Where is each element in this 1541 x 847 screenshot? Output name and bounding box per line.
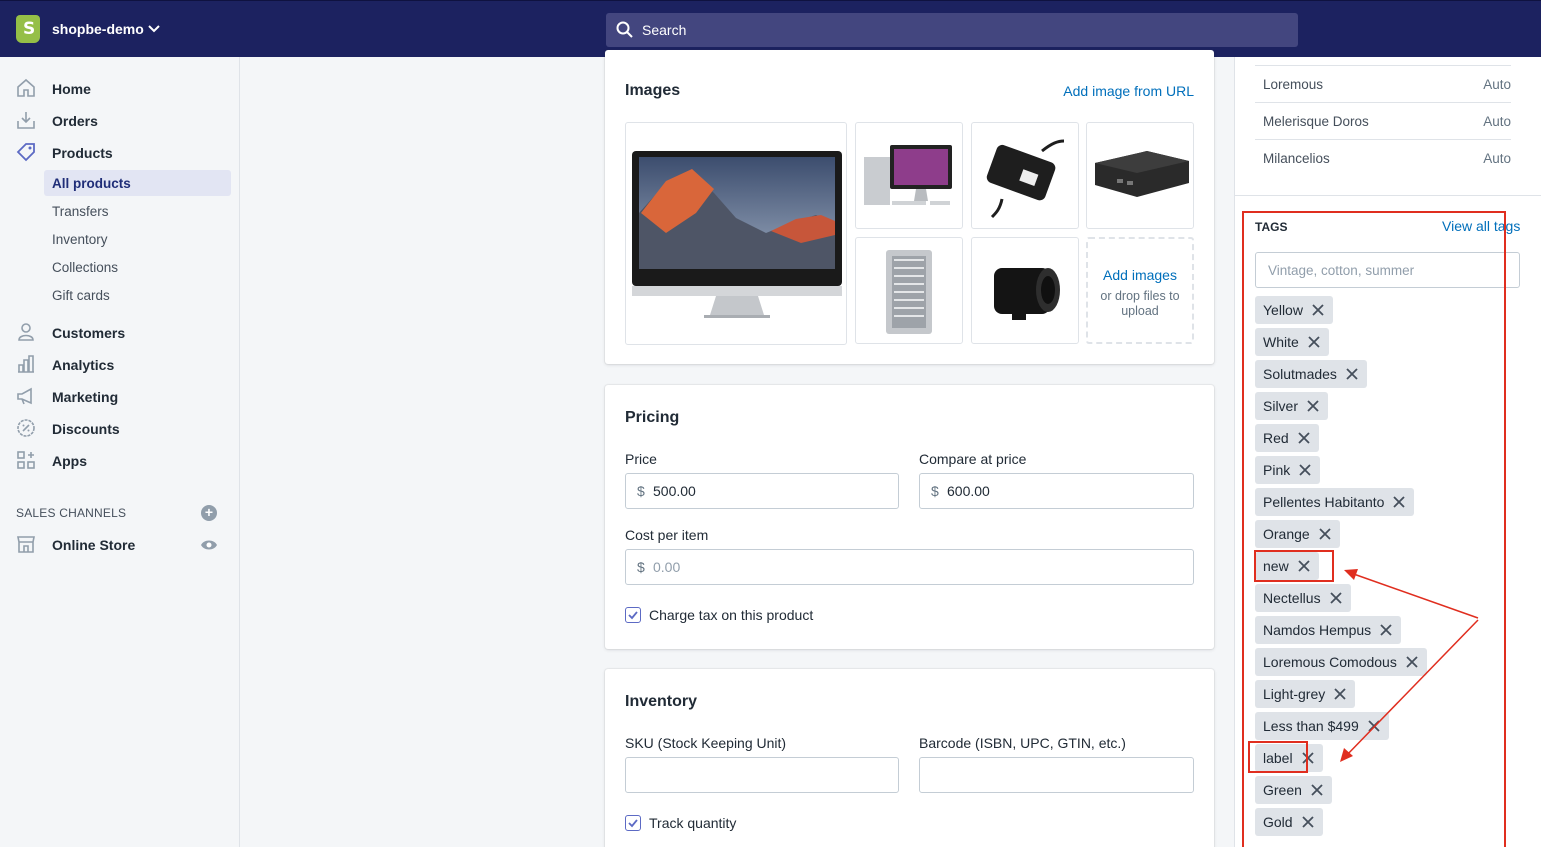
sidebar-item-inventory[interactable]: Inventory [44,226,231,252]
orders-icon [17,112,35,129]
shopify-logo-icon[interactable]: S [16,15,40,43]
collection-row[interactable]: Melerisque Doros Auto [1255,102,1511,139]
power-adapter-image [986,139,1065,219]
sidebar-item-all-products[interactable]: All products [44,170,231,196]
cylinder-image [994,268,1060,320]
inventory-title: Inventory [625,693,698,710]
sales-channels-title: SALES CHANNELS [16,506,127,520]
tower-image [886,250,932,334]
product-image-main[interactable] [625,122,847,345]
images-title: Images [625,82,681,99]
sidebar-item-gift-cards[interactable]: Gift cards [44,282,231,308]
sidebar-item-orders[interactable]: Orders [0,107,240,135]
sidebar-item-discounts[interactable]: Discounts [0,415,240,443]
charge-tax-checkbox[interactable] [625,607,641,623]
sidebar-item-products[interactable]: Products [0,139,240,167]
sidebar-item-analytics[interactable]: Analytics [0,351,240,379]
barcode-label: Barcode (ISBN, UPC, GTIN, etc.) [919,735,1126,751]
person-icon [18,323,34,341]
pricing-card: Pricing Price $ 500.00 Compare at price … [605,385,1214,649]
sidebar: Home Orders Products All products Transf… [0,57,240,847]
product-image-5[interactable] [855,237,963,344]
tag-icon [16,143,35,162]
add-channel-icon[interactable]: + [201,505,217,521]
product-image-2[interactable] [855,122,963,229]
track-quantity-checkbox[interactable] [625,815,641,831]
track-quantity-label: Track quantity [649,815,737,831]
computer-set-image [864,145,952,205]
add-image-from-url-link[interactable]: Add image from URL [1063,83,1194,99]
chevron-down-icon[interactable] [148,23,160,35]
sidebar-item-home[interactable]: Home [0,75,240,103]
cost-per-item-placeholder: 0.00 [653,559,681,575]
store-name[interactable]: shopbe-demo [52,21,144,37]
checkmark-icon [628,819,638,828]
megaphone-icon [17,387,32,405]
images-card: Images Add image from URL Add images or … [605,50,1214,364]
search-placeholder: Search [642,22,687,38]
compare-price-input[interactable]: $ 600.00 [919,473,1194,509]
sidebar-item-apps[interactable]: Apps [0,447,240,475]
image-drop-zone[interactable]: Add images or drop files to upload [1086,237,1194,344]
dock-image [1095,151,1189,197]
sku-label: SKU (Stock Keeping Unit) [625,735,787,751]
price-label: Price [625,451,657,467]
apps-icon [17,451,35,469]
top-bar: S shopbe-demo Search [0,0,1541,57]
cost-per-item-input[interactable]: $ 0.00 [625,549,1194,585]
search-input[interactable]: Search [606,13,1298,47]
sidebar-item-collections[interactable]: Collections [44,254,231,280]
price-input[interactable]: $ 500.00 [625,473,899,509]
sidebar-item-marketing[interactable]: Marketing [0,383,240,411]
label-tag-highlight-box [1248,741,1308,773]
collection-row[interactable]: Milancelios Auto [1255,139,1511,176]
home-icon [17,78,35,97]
store-icon [17,536,35,553]
imac-image [632,151,842,318]
discount-icon [17,419,35,437]
sku-input[interactable] [625,757,899,793]
charge-tax-label: Charge tax on this product [649,607,814,623]
compare-price-label: Compare at price [919,451,1027,467]
eye-icon[interactable] [200,538,218,552]
price-value: 500.00 [653,483,696,499]
product-image-4[interactable] [1086,122,1194,229]
cost-per-item-label: Cost per item [625,527,709,543]
collection-row[interactable]: Loremous Auto [1255,65,1511,102]
product-image-3[interactable] [971,122,1079,229]
annotation-arrows [1340,569,1479,762]
bar-chart-icon [18,355,34,373]
pricing-title: Pricing [625,409,680,426]
inventory-card: Inventory SKU (Stock Keeping Unit) Barco… [605,669,1214,847]
drop-files-text: or drop files to upload [1100,289,1180,318]
sidebar-item-transfers[interactable]: Transfers [44,198,231,224]
sidebar-item-customers[interactable]: Customers [0,319,240,347]
divider [1235,195,1541,196]
compare-price-value: 600.00 [947,483,990,499]
product-image-6[interactable] [971,237,1079,344]
checkmark-icon [628,611,638,620]
new-tag-highlight-box [1254,550,1334,582]
search-icon [616,21,633,38]
barcode-input[interactable] [919,757,1194,793]
add-images-link[interactable]: Add images [1088,267,1192,283]
